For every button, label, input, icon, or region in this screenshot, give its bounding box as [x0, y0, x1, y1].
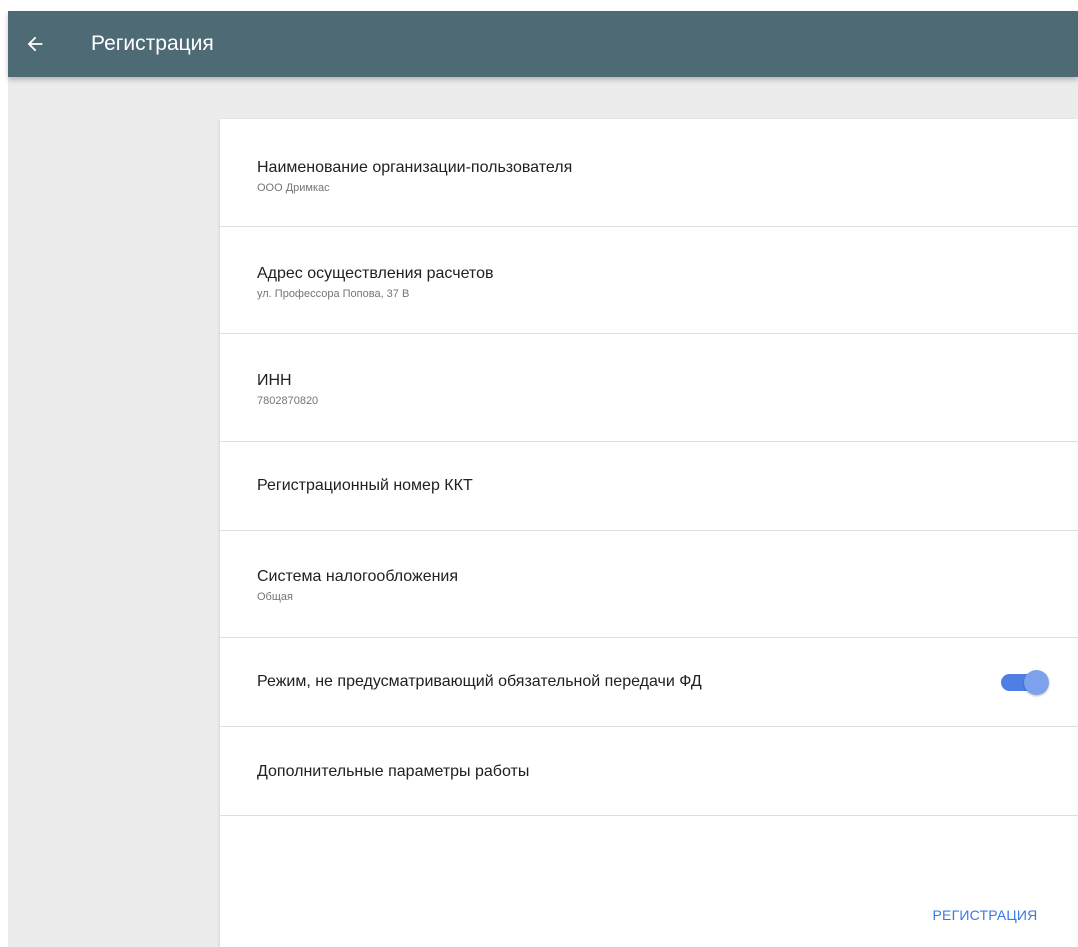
org-name-item[interactable]: Наименование организации-пользователя ОО…: [220, 119, 1078, 227]
arrow-left-icon: [27, 36, 43, 52]
payment-address-item[interactable]: Адрес осуществления расчетов ул. Професс…: [220, 227, 1078, 334]
org-name-label: Наименование организации-пользователя: [257, 159, 573, 176]
tax-system-label: Система налогообложения: [257, 568, 459, 585]
app-bar: Регистрация: [8, 11, 1078, 77]
tax-system-item[interactable]: Система налогообложения Общая: [220, 531, 1078, 638]
toggle-thumb: [1024, 670, 1049, 695]
inn-label: ИНН: [257, 372, 292, 389]
inn-item[interactable]: ИНН 7802870820: [220, 334, 1078, 442]
offline-mode-toggle[interactable]: [1001, 670, 1053, 695]
payment-address-label: Адрес осуществления расчетов: [257, 265, 494, 282]
offline-mode-item[interactable]: Режим, не предусматривающий обязательной…: [220, 638, 1078, 727]
offline-mode-label: Режим, не предусматривающий обязательной…: [257, 673, 702, 690]
inn-value: 7802870820: [257, 395, 319, 407]
back-button[interactable]: [20, 29, 50, 59]
register-button[interactable]: РЕГИСТРАЦИЯ: [912, 899, 1058, 931]
kkt-reg-number-label: Регистрационный номер ККТ: [257, 477, 473, 494]
extra-params-item[interactable]: Дополнительные параметры работы: [220, 727, 1078, 816]
payment-address-value: ул. Профессора Попова, 37 В: [257, 288, 410, 300]
tax-system-value: Общая: [257, 591, 293, 603]
kkt-reg-number-item[interactable]: Регистрационный номер ККТ: [220, 442, 1078, 531]
registration-form-card: Наименование организации-пользователя ОО…: [220, 119, 1078, 947]
registration-screen: Регистрация Наименование организации-пол…: [0, 0, 1078, 947]
extra-params-label: Дополнительные параметры работы: [257, 763, 530, 780]
org-name-value: ООО Дримкас: [257, 182, 330, 194]
page-title: Регистрация: [91, 32, 214, 55]
